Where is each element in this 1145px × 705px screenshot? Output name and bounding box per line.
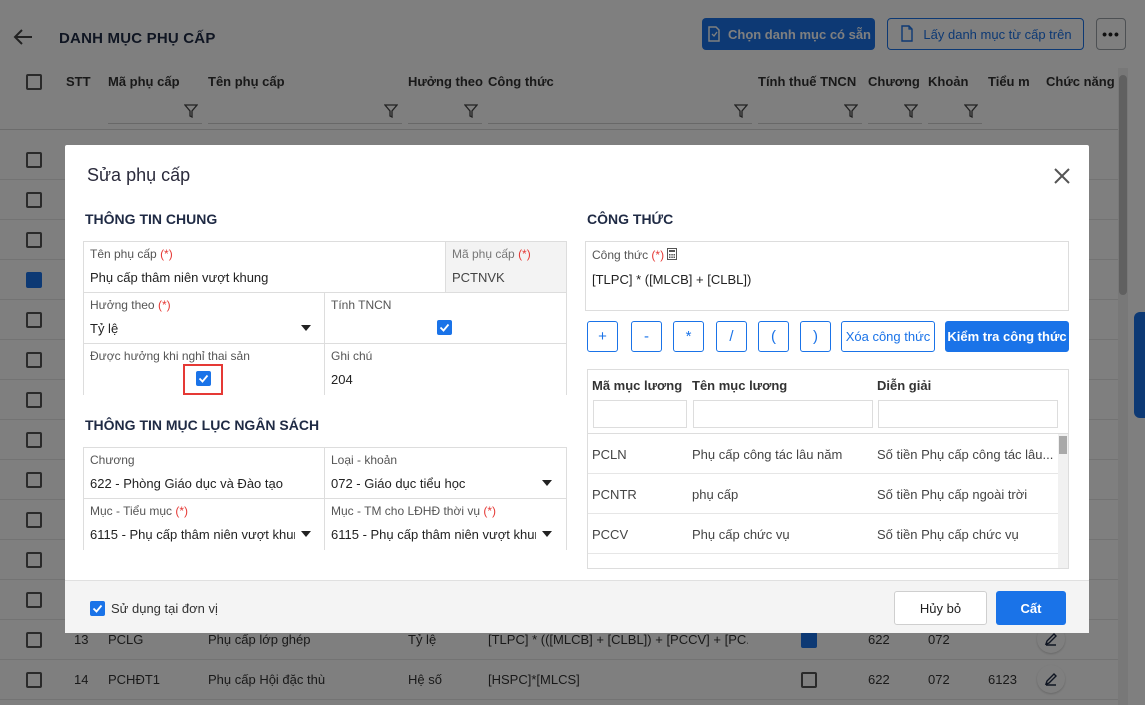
formula-label: Công thức (*) bbox=[592, 248, 678, 262]
chevron-down-icon bbox=[301, 531, 311, 537]
close-button[interactable] bbox=[1051, 165, 1073, 187]
dialog-footer: Sử dụng tại đơn vị Hủy bỏ Cất bbox=[65, 580, 1089, 633]
clear-formula-button[interactable]: Xóa công thức bbox=[841, 321, 935, 352]
chapter-label: Chương bbox=[90, 453, 135, 467]
name-label: Tên phụ cấp (*) bbox=[90, 247, 173, 261]
table-row[interactable]: PCLN Phụ cấp công tác lâu năm Số tiền Ph… bbox=[588, 434, 1058, 474]
name-value: Phụ cấp thâm niên vượt khung bbox=[90, 270, 269, 285]
salary-code: PCNTR bbox=[592, 487, 637, 502]
maternity-label: Được hưởng khi nghỉ thai sản bbox=[90, 349, 250, 363]
check-icon bbox=[439, 323, 450, 332]
salary-code: PCCV bbox=[592, 527, 629, 542]
salary-name: phụ cấp bbox=[692, 487, 739, 502]
col-salary-desc: Diễn giải bbox=[877, 378, 932, 393]
budget-section-title: THÔNG TIN MỤC LỤC NGÂN SÁCH bbox=[85, 417, 320, 433]
op-plus-button[interactable]: + bbox=[587, 321, 618, 352]
budget-form: Chương 622 - Phòng Giáo dục và Đào tạo L… bbox=[83, 447, 567, 550]
code-label: Mã phụ cấp (*) bbox=[452, 247, 531, 261]
close-icon bbox=[1054, 168, 1070, 184]
category-select[interactable]: Loại - khoản 072 - Giáo dục tiểu học bbox=[325, 448, 566, 499]
tax-field: Tính TNCN bbox=[325, 293, 566, 344]
seasonal-item-select[interactable]: Mục - TM cho LĐHĐ thời vụ (*) 6115 - Phụ… bbox=[325, 499, 566, 550]
op-minus-button[interactable]: - bbox=[631, 321, 662, 352]
note-value: 204 bbox=[331, 372, 353, 387]
maternity-field: Được hưởng khi nghỉ thai sản bbox=[84, 344, 325, 395]
salary-name: Phụ cấp công tác lâu năm bbox=[692, 447, 843, 462]
check-icon bbox=[92, 604, 103, 613]
category-value: 072 - Giáo dục tiểu học bbox=[331, 476, 466, 491]
filter-salary-desc[interactable] bbox=[878, 400, 1058, 428]
basis-select[interactable]: Hưởng theo (*) Tỷ lệ bbox=[84, 293, 325, 344]
use-in-unit-checkbox[interactable] bbox=[90, 601, 105, 616]
category-label: Loại - khoản bbox=[331, 453, 398, 467]
filter-salary-code[interactable] bbox=[593, 400, 687, 428]
col-salary-name: Tên mục lương bbox=[692, 378, 788, 393]
chevron-down-icon bbox=[542, 480, 552, 486]
seasonal-label: Mục - TM cho LĐHĐ thời vụ (*) bbox=[331, 504, 497, 518]
edit-allowance-dialog: Sửa phụ cấp THÔNG TIN CHUNG Tên phụ cấp … bbox=[65, 145, 1089, 633]
salary-table-scrollbar-thumb[interactable] bbox=[1059, 436, 1067, 454]
tax-checkbox[interactable] bbox=[437, 320, 452, 335]
op-multiply-button[interactable]: * bbox=[673, 321, 704, 352]
salary-code: PCLN bbox=[592, 447, 627, 462]
basis-value: Tỷ lệ bbox=[90, 321, 119, 336]
chapter-field[interactable]: Chương 622 - Phòng Giáo dục và Đào tạo bbox=[84, 448, 325, 499]
cancel-button[interactable]: Hủy bỏ bbox=[894, 591, 987, 625]
table-row[interactable]: PCNTR phụ cấp Số tiền Phụ cấp ngoài trời bbox=[588, 474, 1058, 514]
salary-desc: Số tiền Phụ cấp ngoài trời bbox=[877, 487, 1028, 502]
check-formula-button[interactable]: Kiểm tra công thức bbox=[945, 321, 1069, 352]
use-in-unit-label: Sử dụng tại đơn vị bbox=[111, 601, 218, 616]
salary-item-table: Mã mục lương Tên mục lương Diễn giải PCL… bbox=[587, 369, 1069, 569]
salary-name: Phụ cấp chức vụ bbox=[692, 527, 790, 542]
check-icon bbox=[198, 374, 209, 383]
save-button[interactable]: Cất bbox=[996, 591, 1066, 625]
dialog-title: Sửa phụ cấp bbox=[87, 165, 191, 185]
formula-value: [TLPC] * ([MLCB] + [CLBL]) bbox=[592, 272, 752, 287]
item-label: Mục - Tiểu mục (*) bbox=[90, 504, 189, 518]
op-close-paren-button[interactable]: ) bbox=[800, 321, 831, 352]
filter-salary-name[interactable] bbox=[693, 400, 873, 428]
name-field[interactable]: Tên phụ cấp (*) Phụ cấp thâm niên vượt k… bbox=[84, 242, 446, 293]
salary-desc: Số tiền Phụ cấp chức vụ bbox=[877, 527, 1019, 542]
calculator-icon bbox=[667, 248, 678, 260]
note-field[interactable]: Ghi chú 204 bbox=[325, 344, 566, 395]
col-salary-code: Mã mục lương bbox=[592, 378, 683, 393]
chapter-value: 622 - Phòng Giáo dục và Đào tạo bbox=[90, 476, 283, 491]
code-value: PCTNVK bbox=[452, 270, 505, 285]
op-divide-button[interactable]: / bbox=[716, 321, 747, 352]
basis-label: Hưởng theo (*) bbox=[90, 298, 171, 312]
salary-desc: Số tiền Phụ cấp công tác lâu... bbox=[877, 447, 1054, 462]
table-row[interactable]: PCCV Phụ cấp chức vụ Số tiền Phụ cấp chứ… bbox=[588, 514, 1058, 554]
item-select[interactable]: Mục - Tiểu mục (*) 6115 - Phụ cấp thâm n… bbox=[84, 499, 325, 550]
formula-section-title: CÔNG THỨC bbox=[587, 211, 674, 227]
general-form: Tên phụ cấp (*) Phụ cấp thâm niên vượt k… bbox=[83, 241, 567, 395]
item-value: 6115 - Phụ cấp thâm niên vượt khur bbox=[90, 527, 295, 542]
tax-label: Tính TNCN bbox=[331, 298, 392, 312]
chevron-down-icon bbox=[301, 325, 311, 331]
note-label: Ghi chú bbox=[331, 349, 373, 363]
op-open-paren-button[interactable]: ( bbox=[758, 321, 789, 352]
maternity-checkbox[interactable] bbox=[196, 371, 211, 386]
general-section-title: THÔNG TIN CHUNG bbox=[85, 211, 218, 227]
salary-table-scrollbar[interactable] bbox=[1058, 434, 1068, 568]
chevron-down-icon bbox=[542, 531, 552, 537]
seasonal-value: 6115 - Phụ cấp thâm niên vượt khur bbox=[331, 527, 536, 542]
formula-field[interactable]: Công thức (*) [TLPC] * ([MLCB] + [CLBL]) bbox=[585, 241, 1069, 311]
code-field: Mã phụ cấp (*) PCTNVK bbox=[446, 242, 566, 293]
